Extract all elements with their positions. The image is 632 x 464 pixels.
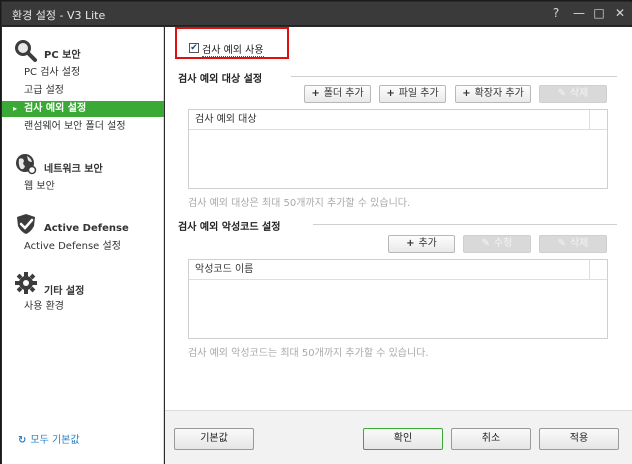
plus-icon: + <box>311 88 320 99</box>
delete-label: 삭제 <box>569 238 589 249</box>
footer-bar: 기본값 확인 취소 적용 <box>165 410 632 464</box>
sidebar-item-label: 사용 환경 <box>24 301 64 312</box>
use-exception-checkbox[interactable]: ✔ <box>189 43 199 53</box>
delete-exclusion-button[interactable]: ✎ 삭제 <box>539 85 607 103</box>
sidebar-item-label: 검사 예외 설정 <box>24 103 87 114</box>
apply-button[interactable]: 적용 <box>539 428 619 450</box>
close-icon[interactable]: ✕ <box>611 4 629 22</box>
exclusion-list[interactable]: 검사 예외 대상 <box>188 109 608 189</box>
add-folder-button[interactable]: + 폴더 추가 <box>304 85 371 103</box>
default-button[interactable]: 기본값 <box>174 428 254 450</box>
help-icon[interactable]: ? <box>547 4 565 22</box>
settings-window: 환경 설정 - V3 Lite ? — □ ✕ PC 보안 PC 검사 설정 고… <box>0 0 632 464</box>
add-extension-label: 확장자 추가 <box>474 88 524 99</box>
delete-malware-button[interactable]: ✎ 삭제 <box>539 235 607 253</box>
malware-list[interactable]: 악성코드 이름 <box>188 259 608 339</box>
sidebar-item-label: PC 검사 설정 <box>24 67 81 78</box>
shield-check-icon <box>14 212 38 236</box>
use-exception-label[interactable]: 검사 예외 사용 <box>202 41 264 57</box>
magnifier-icon <box>14 39 38 63</box>
exclusion-hint: 검사 예외 대상은 최대 50개까지 추가할 수 있습니다. <box>188 198 411 209</box>
list-header-scroll-cell <box>589 110 607 130</box>
gear-icon <box>14 271 38 295</box>
add-file-button[interactable]: + 파일 추가 <box>379 85 446 103</box>
window-title: 환경 설정 - V3 Lite <box>12 9 106 22</box>
plus-icon: + <box>462 88 471 99</box>
refresh-icon: ↻ <box>18 435 27 446</box>
add-file-label: 파일 추가 <box>398 88 439 99</box>
maximize-icon[interactable]: □ <box>590 4 608 22</box>
sidebar-group-title: 기타 설정 <box>44 286 85 297</box>
sidebar-item-label: 랜섬웨어 보안 폴더 설정 <box>24 121 126 132</box>
chevron-right-icon: ▸ <box>13 104 18 113</box>
sidebar-item-web-security[interactable]: 웹 보안 <box>2 179 164 195</box>
sidebar-item-ransomware-folder[interactable]: 랜섬웨어 보안 폴더 설정 <box>2 119 164 135</box>
reset-all-link[interactable]: ↻ 모두 기본값 <box>18 431 80 446</box>
pencil-icon: ✎ <box>481 238 490 249</box>
add-folder-label: 폴더 추가 <box>323 88 364 99</box>
edit-malware-button[interactable]: ✎ 수정 <box>463 235 531 253</box>
malware-section-title: 검사 예외 악성코드 설정 <box>178 222 281 233</box>
list-header-scroll-cell <box>589 260 607 280</box>
cancel-button[interactable]: 취소 <box>451 428 531 450</box>
exclusion-list-header: 검사 예외 대상 <box>189 110 589 130</box>
globe-icon <box>14 152 38 176</box>
eraser-icon: ✎ <box>557 88 566 99</box>
sidebar-item-label: Active Defense 설정 <box>24 241 121 252</box>
add-label: 추가 <box>418 238 437 249</box>
sidebar-item-label: 웹 보안 <box>24 181 55 192</box>
title-bar: 환경 설정 - V3 Lite ? — □ ✕ <box>2 2 632 26</box>
sidebar-group-title: 네트워크 보안 <box>44 164 103 175</box>
malware-list-header: 악성코드 이름 <box>189 260 589 280</box>
sidebar: PC 보안 PC 검사 설정 고급 설정 ▸ 검사 예외 설정 랜섬웨어 보안 … <box>2 27 164 464</box>
sidebar-group-title: PC 보안 <box>44 50 81 61</box>
malware-hint: 검사 예외 악성코드는 최대 50개까지 추가할 수 있습니다. <box>188 348 429 359</box>
main-panel: ✔ 검사 예외 사용 검사 예외 대상 설정 + 폴더 추가 + 파일 추가 + 확장… <box>165 27 632 464</box>
add-extension-button[interactable]: + 확장자 추가 <box>455 85 531 103</box>
add-malware-button[interactable]: + 추가 <box>388 235 455 253</box>
sidebar-item-pc-scan[interactable]: PC 검사 설정 <box>2 65 164 81</box>
sidebar-item-usage-env[interactable]: 사용 환경 <box>2 299 164 315</box>
sidebar-group-title: Active Defense <box>44 223 129 234</box>
sidebar-item-scan-exception[interactable]: ▸ 검사 예외 설정 <box>2 101 164 117</box>
reset-all-label: 모두 기본값 <box>30 435 80 446</box>
ok-button[interactable]: 확인 <box>363 428 443 450</box>
section-divider <box>313 224 617 225</box>
delete-label: 삭제 <box>569 88 589 99</box>
plus-icon: + <box>386 88 395 99</box>
eraser-icon: ✎ <box>557 238 566 249</box>
sidebar-item-advanced[interactable]: 고급 설정 <box>2 83 164 99</box>
section-divider <box>291 76 617 77</box>
plus-icon: + <box>406 238 415 249</box>
exclusion-section-title: 검사 예외 대상 설정 <box>178 74 263 85</box>
edit-label: 수정 <box>493 238 513 249</box>
sidebar-item-active-defense-settings[interactable]: Active Defense 설정 <box>2 239 164 255</box>
minimize-icon[interactable]: — <box>570 4 588 22</box>
sidebar-item-label: 고급 설정 <box>24 85 64 96</box>
